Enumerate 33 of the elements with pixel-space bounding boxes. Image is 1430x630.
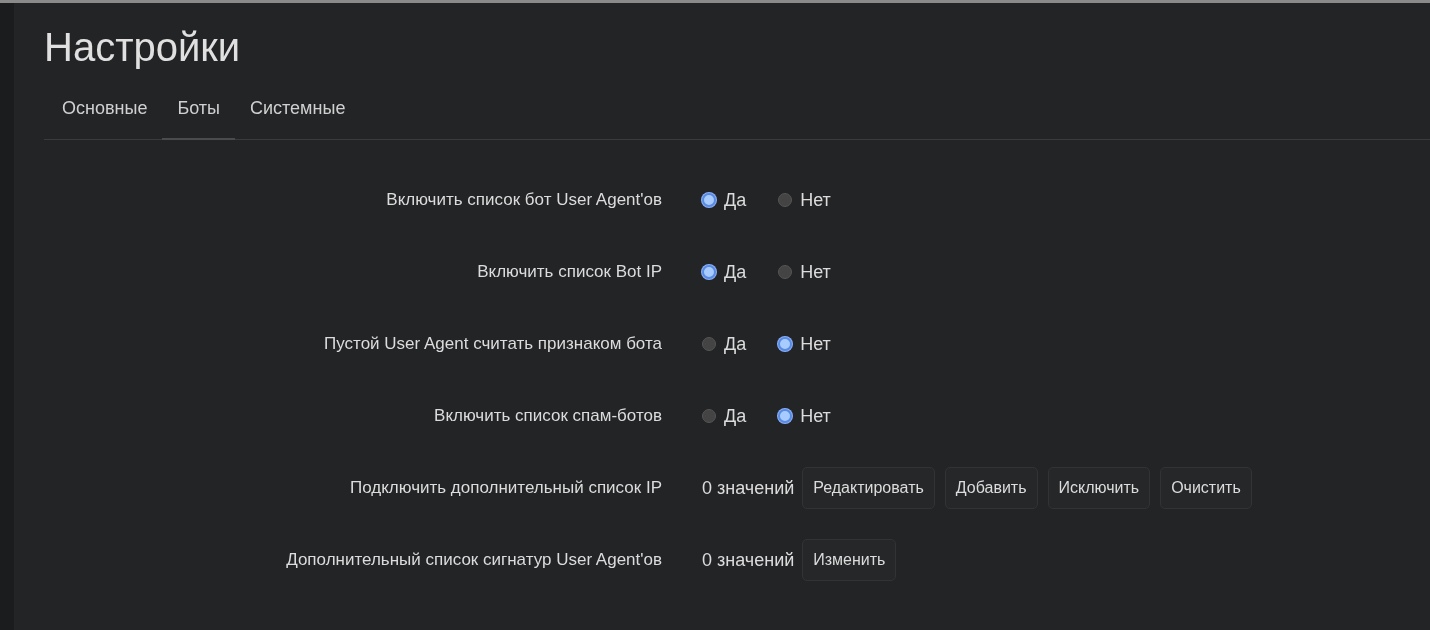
radio-button[interactable] [778,409,793,423]
setting-label: Включить список бот User Agent'ов [385,189,663,212]
radio-option[interactable]: Нет [778,258,831,286]
action-button[interactable]: Исключить [1047,467,1151,509]
value-count: 0 значений [702,476,795,500]
setting-label: Подключить дополнительный список IP [349,477,663,500]
setting-label: Включить список спам-ботов [433,405,663,428]
setting-label: Пустой User Agent считать признаком бота [323,333,663,356]
tab[interactable]: Системные [235,87,361,140]
action-button[interactable]: Изменить [802,539,897,581]
action-button[interactable]: Редактировать [802,467,935,509]
setting-label: Дополнительный список сигнатур User Agent'ов [285,549,663,572]
radio-button[interactable] [778,337,793,351]
tab[interactable]: Боты [162,87,235,140]
action-button[interactable]: Очистить [1160,467,1252,509]
radio-option[interactable]: Да [702,186,747,214]
radio-button[interactable] [702,265,716,279]
radio-button[interactable] [702,337,716,351]
radio-option[interactable]: Нет [778,402,831,430]
radio-button[interactable] [702,409,716,423]
radio-button[interactable] [778,193,793,207]
radio-button[interactable] [778,265,793,279]
radio-option[interactable]: Да [702,258,747,286]
radio-option[interactable]: Нет [778,330,831,358]
value-count: 0 значений [702,548,795,572]
setting-label: Включить список Bot IP [476,261,663,284]
radio-option[interactable]: Да [702,330,747,358]
radio-button[interactable] [702,193,716,207]
radio-option[interactable]: Нет [778,186,831,214]
radio-option[interactable]: Да [702,402,747,430]
action-button[interactable]: Добавить [944,467,1038,509]
tab[interactable]: Основные [47,87,163,140]
page-title: Настройки [44,24,242,71]
